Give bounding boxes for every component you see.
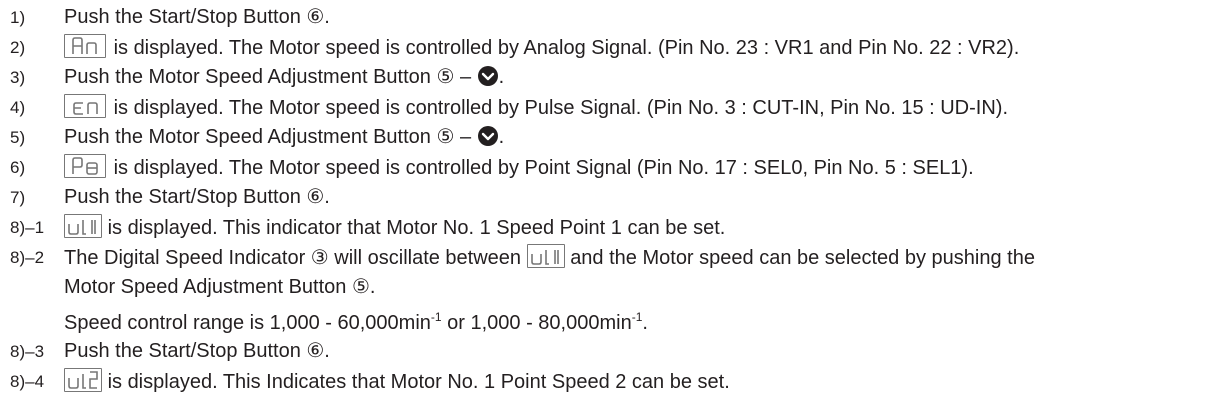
step-text: Push the Motor Speed Adjustment Button ⑤… [64, 66, 477, 88]
lcd-po-glyph [72, 157, 98, 175]
step-number: 4) [10, 98, 26, 117]
instruction-list: 1) Push the Start/Stop Button ⑥. 2) is d… [0, 0, 1231, 418]
step-8-1: 8)–1 is displayed. This indicator that M… [0, 214, 1231, 244]
lcd-u12-glyph [68, 371, 98, 389]
step-text-end: and the Motor speed can be selected by p… [570, 247, 1035, 269]
down-button-icon [477, 126, 498, 146]
lcd-an-glyph [72, 37, 97, 54]
step-text-end: . [498, 126, 505, 148]
step-text: Motor Speed Adjustment Button ⑤. [64, 276, 376, 298]
step-1: 1) Push the Start/Stop Button ⑥. [0, 4, 1231, 34]
lcd-u11-glyph [530, 250, 559, 265]
speed-range-text-end: . [642, 312, 648, 334]
lcd-display-po [64, 154, 106, 178]
lcd-display-cn [64, 94, 106, 118]
step-8-3: 8)–3 Push the Start/Stop Button ⑥. [0, 338, 1231, 368]
step-number: 8)–3 [10, 342, 45, 361]
step-2: 2) is displayed. The Motor speed is cont… [0, 34, 1231, 64]
step-number: 8)–1 [10, 218, 45, 237]
step-8-4: 8)–4 is displayed. This Indicates that M… [0, 368, 1231, 398]
step-text: is displayed. This Indicates that Motor … [107, 371, 730, 393]
step-text: is displayed. This indicator that Motor … [107, 217, 726, 239]
step-number: 7) [10, 188, 26, 207]
down-button-icon [477, 66, 498, 86]
lcd-u11-glyph [68, 220, 96, 235]
step-7: 7) Push the Start/Stop Button ⑥. [0, 184, 1231, 214]
speed-range-text: Speed control range is 1,000 - 60,000min [64, 312, 431, 334]
superscript: -1 [430, 310, 442, 324]
step-number: 2) [10, 38, 26, 57]
step-number: 8)–4 [10, 372, 45, 391]
lcd-display-u11 [64, 214, 102, 238]
step-8-2: 8)–2 The Digital Speed Indicator ③ will … [0, 244, 1231, 274]
step-number: 3) [10, 68, 26, 87]
step-6: 6) is displayed. The Motor speed is cont… [0, 154, 1231, 184]
step-8-2-continuation: Motor Speed Adjustment Button ⑤. [0, 274, 1231, 304]
step-text: Push the Start/Stop Button ⑥. [64, 6, 330, 28]
lcd-display-an [64, 34, 106, 58]
step-number: 8)–2 [10, 248, 45, 267]
step-text: Push the Motor Speed Adjustment Button ⑤… [64, 126, 477, 148]
step-text: is displayed. The Motor speed is control… [113, 97, 1009, 119]
step-number: 6) [10, 158, 26, 177]
step-text: The Digital Speed Indicator ③ will oscil… [64, 247, 522, 269]
lcd-display-u11 [526, 244, 565, 268]
step-number: 1) [10, 8, 26, 27]
lcd-cn-glyph [73, 102, 98, 115]
step-text: Push the Start/Stop Button ⑥. [64, 340, 330, 362]
step-text: is displayed. The Motor speed is control… [113, 37, 1020, 59]
speed-range-text-mid: or 1,000 - 80,000min [441, 312, 632, 334]
superscript: -1 [631, 310, 643, 324]
step-4: 4) is displayed. The Motor speed is cont… [0, 94, 1231, 124]
lcd-display-u12 [64, 368, 102, 392]
step-5: 5) Push the Motor Speed Adjustment Butto… [0, 124, 1231, 154]
step-text-end: . [498, 66, 505, 88]
step-text: Push the Start/Stop Button ⑥. [64, 186, 330, 208]
speed-range-note: Speed control range is 1,000 - 60,000min… [0, 304, 1231, 334]
step-3: 3) Push the Motor Speed Adjustment Butto… [0, 64, 1231, 94]
step-text: is displayed. The Motor speed is control… [113, 157, 974, 179]
step-number: 5) [10, 128, 26, 147]
